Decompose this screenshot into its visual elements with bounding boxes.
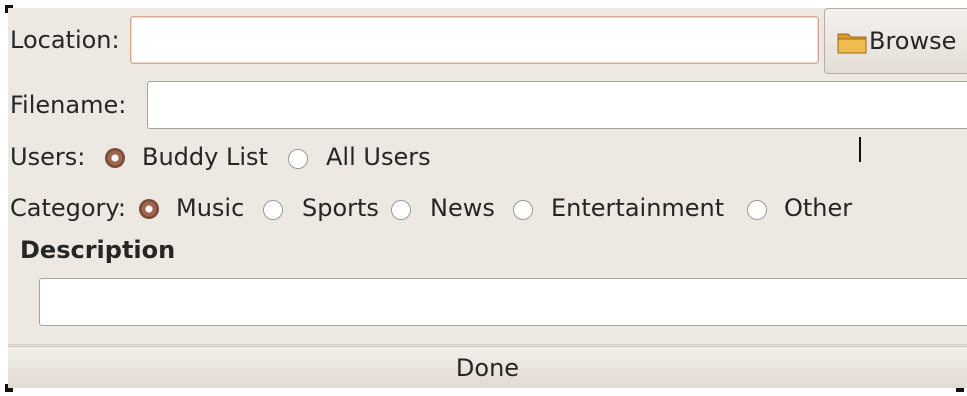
users-option-buddy-list[interactable]: Buddy List [142, 142, 268, 172]
category-option-news[interactable]: News [430, 193, 495, 223]
description-input[interactable] [39, 278, 967, 326]
folder-icon [837, 33, 867, 54]
category-option-music[interactable]: Music [176, 193, 244, 223]
radio-unselected-icon[interactable] [513, 200, 533, 220]
browse-button[interactable]: Browse [824, 8, 967, 74]
location-input[interactable] [130, 16, 819, 64]
filename-input[interactable] [147, 81, 967, 129]
users-option-all-users[interactable]: All Users [326, 142, 431, 172]
done-label: Done [455, 354, 520, 382]
radio-selected-icon[interactable] [105, 148, 125, 168]
filename-label: Filename: [10, 91, 127, 119]
radio-selected-icon[interactable] [139, 199, 159, 219]
browse-label: Browse [869, 27, 957, 55]
users-label: Users: [10, 143, 86, 171]
category-option-other[interactable]: Other [784, 193, 852, 223]
text-cursor [859, 137, 861, 162]
radio-unselected-icon[interactable] [288, 149, 308, 169]
description-title: Description [20, 236, 176, 264]
category-label: Category: [10, 194, 126, 222]
category-option-sports[interactable]: Sports [302, 193, 379, 223]
radio-unselected-icon[interactable] [747, 200, 767, 220]
done-button[interactable]: Done [8, 346, 967, 388]
radio-unselected-icon[interactable] [263, 200, 283, 220]
separator [8, 344, 967, 345]
dialog-window: Location: Browse Filename: Users: Buddy … [8, 8, 967, 388]
location-label: Location: [10, 26, 120, 54]
category-option-entertainment[interactable]: Entertainment [551, 193, 724, 223]
radio-unselected-icon[interactable] [391, 200, 411, 220]
